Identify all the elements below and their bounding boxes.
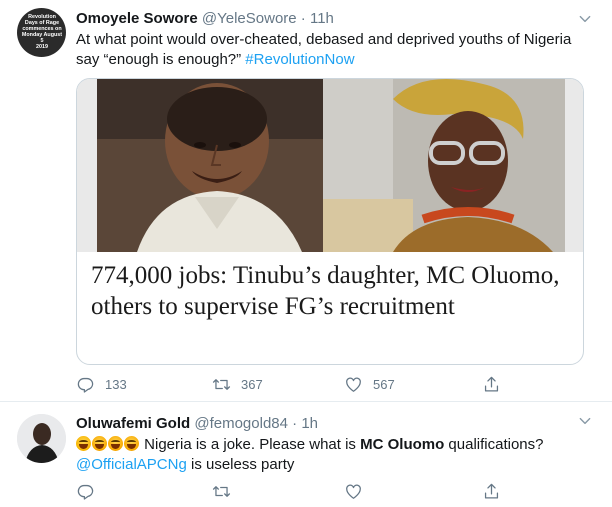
tears-of-joy-emoji-icon	[108, 436, 123, 451]
tweet-main[interactable]: Revolution Days of Rage commences on Mon…	[0, 0, 612, 402]
reply-text-bold: MC Oluomo	[360, 436, 445, 453]
reply-header-separator: ·	[292, 415, 298, 432]
tweet-header: Omoyele Sowore @YeleSowore · 11h	[76, 9, 334, 29]
reply-icon	[77, 377, 94, 393]
tweet-text-line-2: say “enough is enough?”	[76, 51, 242, 68]
tears-of-joy-emoji-icon	[92, 436, 107, 451]
reply-count: 133	[105, 376, 127, 392]
chevron-down-icon[interactable]	[578, 12, 592, 26]
crying-face-emoji-icon	[76, 436, 91, 451]
tweet-text: At what point would over-cheated, debase…	[76, 30, 596, 70]
like-count: 567	[373, 376, 395, 392]
card-image	[77, 79, 583, 252]
tweet-text-line-1: At what point would over-cheated, debase…	[76, 31, 572, 48]
retweet-icon	[212, 485, 231, 497]
reply-actions	[76, 481, 596, 501]
avatar-text: Revolution Days of Rage commences on Mon…	[21, 14, 63, 50]
reply-text-b: qualifications?	[444, 436, 544, 453]
share-icon	[484, 483, 499, 498]
author-name[interactable]: Omoyele Sowore	[76, 10, 198, 27]
reply-icon	[77, 484, 94, 500]
reply-time[interactable]: 1h	[301, 415, 318, 432]
like-button[interactable]: 567	[344, 374, 395, 394]
reply-text-a: Nigeria is a joke. Please what is	[140, 436, 361, 453]
heart-icon	[346, 377, 361, 392]
card-image-right	[323, 79, 565, 252]
header-separator: ·	[300, 10, 306, 27]
like-button[interactable]	[344, 481, 363, 501]
retweet-button[interactable]	[212, 481, 231, 501]
tweet-reply[interactable]: Oluwafemi Gold @femogold84 · 1h Nigeria …	[0, 402, 612, 507]
retweet-count: 367	[241, 376, 263, 392]
reply-text: Nigeria is a joke. Please what is MC Olu…	[76, 435, 596, 475]
tweet-actions: 133 367 567	[76, 374, 596, 394]
reply-header: Oluwafemi Gold @femogold84 · 1h	[76, 414, 318, 434]
author-handle[interactable]: @YeleSowore	[202, 10, 297, 27]
reply-button[interactable]	[76, 481, 95, 501]
chevron-down-icon[interactable]	[578, 414, 592, 428]
card-image-left	[97, 79, 323, 252]
tears-of-joy-emoji-icon	[124, 436, 139, 451]
retweet-button[interactable]: 367	[212, 374, 263, 394]
link-card[interactable]: 774,000 jobs: Tinubu’s daughter, MC Oluo…	[76, 78, 584, 365]
hashtag-link[interactable]: #RevolutionNow	[245, 51, 354, 68]
heart-icon	[346, 484, 361, 499]
mention-link[interactable]: @OfficialAPCNg	[76, 456, 187, 473]
tweet-time[interactable]: 11h	[310, 10, 334, 27]
share-button[interactable]	[482, 481, 501, 501]
share-icon	[484, 376, 499, 391]
reply-author-handle[interactable]: @femogold84	[194, 415, 288, 432]
retweet-icon	[212, 378, 231, 390]
reply-button[interactable]: 133	[76, 374, 127, 394]
card-title[interactable]: 774,000 jobs: Tinubu’s daughter, MC Oluo…	[91, 260, 571, 322]
reply-text-c: is useless party	[186, 456, 295, 473]
avatar[interactable]	[17, 414, 66, 463]
reply-author-name[interactable]: Oluwafemi Gold	[76, 415, 190, 432]
share-button[interactable]	[482, 374, 501, 394]
avatar[interactable]: Revolution Days of Rage commences on Mon…	[17, 8, 66, 57]
